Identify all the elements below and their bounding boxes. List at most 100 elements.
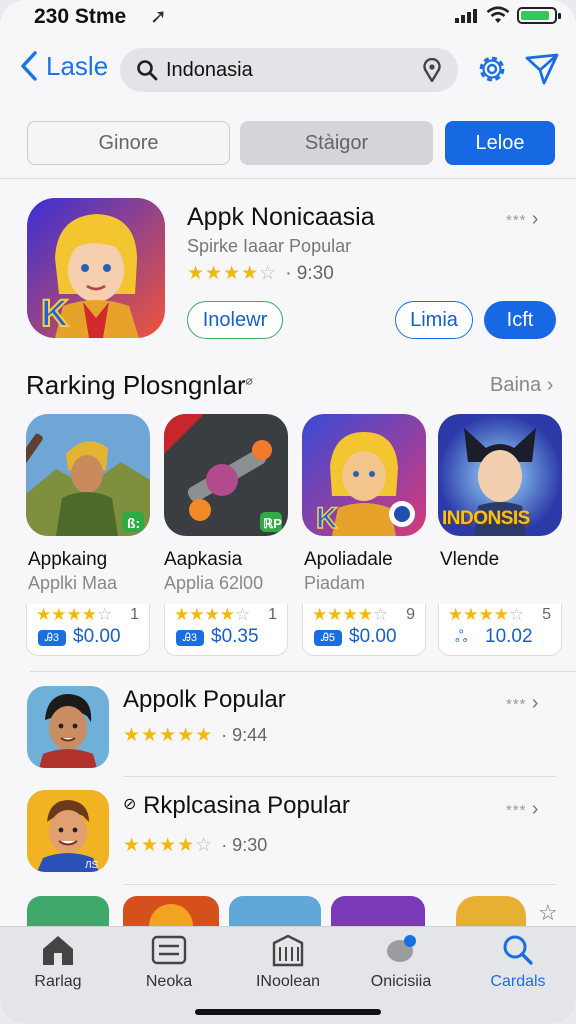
list-icon (151, 935, 187, 965)
svg-text:ЛS: ЛS (85, 860, 99, 871)
more-button[interactable]: *** › (506, 692, 539, 715)
star-rating: ★★★★☆ (448, 605, 525, 624)
star-rating: ★★★★★ (123, 725, 214, 746)
svg-text:ℝP: ℝP (263, 516, 282, 531)
price-badge: Ꭿ3 (176, 630, 204, 646)
chevron-right-icon: › (531, 798, 540, 820)
status-bar: 230 Stme ➚ (0, 0, 576, 34)
search-icon (503, 935, 533, 965)
rating-count: 9 (406, 606, 415, 623)
tab-label: Cardals (490, 973, 546, 990)
price-button[interactable]: $0.00 (349, 626, 397, 648)
featured-app-title[interactable]: Appk Nonicaasia (187, 203, 375, 232)
card-2-footer[interactable]: ★★★★☆ 1 Ꭿ3 $0.35 (164, 604, 288, 656)
search-input[interactable]: Indonasia (120, 48, 458, 92)
divider (30, 671, 576, 672)
search-query: Indonasia (166, 58, 253, 81)
price-button[interactable]: $0.35 (211, 626, 259, 648)
rating-count: 1 (130, 606, 139, 623)
card-1-name[interactable]: Appkaing (28, 549, 107, 571)
segment-3-selected[interactable]: Leloe (445, 121, 555, 165)
segment-2[interactable]: Stàigor (240, 121, 433, 165)
svg-text:ß:: ß: (127, 515, 140, 531)
back-label: Lasle (46, 50, 109, 81)
card-3-subtitle: Piadam (304, 573, 366, 593)
card-3-footer[interactable]: ★★★★☆ 9 Ꭿ5 $0.00 (302, 604, 426, 656)
star-rating: ★★★★☆ (36, 605, 113, 624)
rating-text: · 9:30 (285, 262, 334, 284)
app-store-screen: 230 Stme ➚ Lasle Indonasia Ginore Stàigo… (0, 0, 576, 1024)
card-3-icon[interactable]: K (302, 414, 426, 536)
signal-icon (455, 9, 477, 23)
see-all-link[interactable]: Baina › (490, 374, 553, 397)
rating-text: · 9:30 (221, 835, 268, 855)
more-button[interactable]: *** › (506, 798, 539, 821)
get-button[interactable]: Icft (484, 301, 556, 339)
card-2-subtitle: Applia 62l00 (164, 573, 264, 593)
price-badge: Ꭿ5 (314, 630, 342, 646)
tab-ranking[interactable]: Rarlag (3, 933, 113, 991)
chevron-left-icon (21, 51, 37, 81)
location-pin-icon[interactable] (422, 58, 442, 82)
card-3-name[interactable]: Apoliadale (304, 549, 393, 571)
star-icon[interactable]: ☆ (538, 900, 558, 926)
card-4-footer[interactable]: ★★★★☆ 5 ஃ 10.02 (438, 604, 562, 656)
status-time: 230 Stme (34, 5, 127, 28)
search-icon (137, 60, 158, 81)
price-button[interactable]: 10.02 (485, 626, 533, 648)
price-badge: Ꭿ3 (38, 630, 66, 646)
card-2-name[interactable]: Aapkasia (164, 549, 242, 571)
tab-label: Neoka (145, 973, 193, 990)
divider (0, 178, 576, 179)
gear-icon[interactable] (474, 51, 510, 87)
star-rating: ★★★★☆ (123, 835, 214, 856)
row-1-title[interactable]: Appolk Popular (123, 686, 286, 714)
chat-bubble-icon (387, 935, 416, 962)
clock-icon: ⊘ (123, 796, 137, 813)
rating-count: 5 (542, 606, 551, 623)
divider (123, 884, 556, 885)
card-1-subtitle: Applki Maa (28, 573, 118, 593)
star-rating: ★★★★☆ (174, 605, 251, 624)
home-icon (43, 936, 73, 965)
card-4-icon[interactable]: INDONSIS (438, 414, 562, 536)
rating-text: · 9:44 (221, 725, 268, 745)
tab-label: INoolean (255, 973, 321, 990)
tab-label: Onicisiia (370, 973, 432, 990)
row-2-title[interactable]: ⊘ Rkplcasina Popular (123, 792, 350, 820)
row-2-icon[interactable]: ЛS (27, 790, 109, 872)
featured-app-icon[interactable]: K (27, 198, 165, 338)
more-button[interactable]: *** › (506, 208, 539, 231)
more-dots: *** (506, 802, 527, 819)
row-1-icon[interactable] (27, 686, 109, 768)
row-2-rating: ★★★★☆ · 9:30 (123, 834, 267, 857)
svg-text:K: K (316, 502, 338, 535)
chevron-right-icon: › (531, 692, 540, 714)
send-icon[interactable] (524, 52, 560, 86)
card-1-footer[interactable]: ★★★★☆ 1 Ꭿ3 $0.00 (26, 604, 150, 656)
tab-buildings[interactable]: INoolean (233, 933, 343, 991)
section-title: Rarking Plosngnlar⌀ (26, 370, 253, 400)
star-rating: ★★★★☆ (187, 263, 278, 284)
svg-text:K: K (41, 293, 69, 335)
tab-messages[interactable]: Onicisiia (346, 933, 456, 991)
see-all-label: Baina (490, 374, 542, 396)
segment-1[interactable]: Ginore (27, 121, 230, 165)
tab-news[interactable]: Neoka (114, 933, 224, 991)
battery-icon (517, 7, 561, 24)
location-arrow-icon: ➚ (150, 6, 167, 28)
home-indicator[interactable] (195, 1009, 381, 1015)
featured-button-1[interactable]: Inolewr (187, 301, 283, 339)
card-4-icon-text: INDONSIS (442, 508, 530, 529)
rating-count: 1 (268, 606, 277, 623)
section-title-text: Rarking Plosngnlar (26, 370, 246, 400)
price-button[interactable]: $0.00 (73, 626, 121, 648)
card-4-name[interactable]: Vlende (440, 549, 499, 571)
featured-button-2[interactable]: Limia (395, 301, 473, 339)
chevron-right-icon: › (531, 208, 540, 230)
back-button[interactable]: Lasle (18, 50, 108, 82)
building-icon (272, 934, 304, 967)
card-1-icon[interactable]: ß: (26, 414, 150, 536)
card-2-icon[interactable]: ℝP (164, 414, 288, 536)
tab-search[interactable]: Cardals (463, 933, 573, 991)
